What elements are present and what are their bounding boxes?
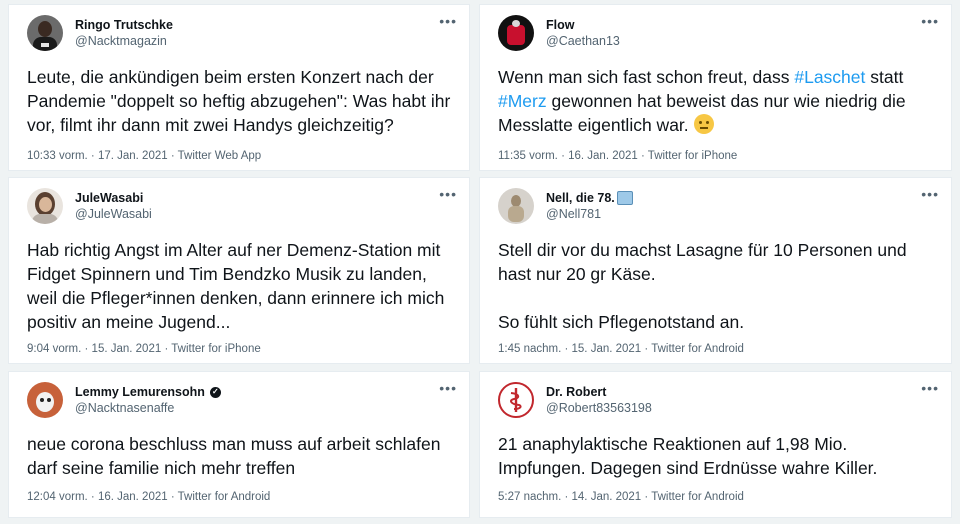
tweet-meta[interactable]: 11:35 vorm. · 16. Jan. 2021 · Twitter fo…: [498, 150, 737, 162]
author-name[interactable]: Ringo Trutschke: [75, 17, 173, 33]
tweet-card[interactable]: Dr. Robert @Robert83563198 ••• 21 anaphy…: [479, 371, 952, 518]
author-handle[interactable]: @JuleWasabi: [75, 206, 152, 222]
tweet-text: Hab richtig Angst im Alter auf ner Demen…: [27, 240, 450, 332]
author-handle[interactable]: @Nacktnasenaffe: [75, 400, 221, 416]
author-name[interactable]: Nell, die 78.: [546, 190, 633, 206]
more-options-icon[interactable]: •••: [921, 186, 939, 202]
tweet-card[interactable]: Nell, die 78. @Nell781 ••• Stell dir vor…: [479, 177, 952, 364]
hashtag-link[interactable]: #Merz: [498, 91, 547, 111]
tweet-text: Stell dir vor du machst Lasagne für 10 P…: [498, 240, 907, 332]
more-options-icon[interactable]: •••: [921, 13, 939, 29]
tweet-meta[interactable]: 12:04 vorm. · 16. Jan. 2021 · Twitter fo…: [27, 491, 270, 503]
more-options-icon[interactable]: •••: [439, 380, 457, 396]
avatar[interactable]: [27, 382, 63, 418]
hashtag-link[interactable]: #Laschet: [794, 67, 865, 87]
tweet-text: Leute, die ankündigen beim ersten Konzer…: [27, 67, 456, 135]
tweet-text: neue corona beschluss man muss auf arbei…: [27, 434, 446, 478]
tweet-card[interactable]: Lemmy Lemurensohn ✓ @Nacktnasenaffe ••• n…: [8, 371, 470, 518]
more-options-icon[interactable]: •••: [439, 186, 457, 202]
avatar[interactable]: [27, 15, 63, 51]
author-handle[interactable]: @Nell781: [546, 206, 633, 222]
tweet-card[interactable]: Flow @Caethan13 ••• Wenn man sich fast s…: [479, 4, 952, 171]
avatar[interactable]: [498, 382, 534, 418]
tweet-text: Wenn man sich fast schon freut, dass #La…: [498, 65, 933, 137]
avatar[interactable]: [498, 188, 534, 224]
hospital-emoji-icon: [616, 191, 633, 205]
tweet-card[interactable]: Ringo Trutschke @Nacktmagazin ••• Leute,…: [8, 4, 470, 171]
tweet-meta[interactable]: 9:04 vorm. · 15. Jan. 2021 · Twitter for…: [27, 343, 261, 355]
author-name[interactable]: Dr. Robert: [546, 384, 652, 400]
tweet-meta[interactable]: 10:33 vorm. · 17. Jan. 2021 · Twitter We…: [27, 150, 261, 162]
avatar[interactable]: [27, 188, 63, 224]
tweet-text-part: statt: [865, 67, 904, 87]
tweet-meta[interactable]: 1:45 nachm. · 15. Jan. 2021 · Twitter fo…: [498, 343, 744, 355]
verified-badge-icon: ✓: [209, 386, 221, 398]
tweet-card[interactable]: JuleWasabi @JuleWasabi ••• Hab richtig A…: [8, 177, 470, 364]
tweet-text-part: Wenn man sich fast schon freut, dass: [498, 67, 795, 87]
avatar[interactable]: [498, 15, 534, 51]
author-name[interactable]: JuleWasabi: [75, 190, 152, 206]
tweet-meta[interactable]: 5:27 nachm. · 14. Jan. 2021 · Twitter fo…: [498, 491, 744, 503]
tweet-text: 21 anaphylaktische Reaktionen auf 1,98 M…: [498, 434, 878, 478]
author-name[interactable]: Lemmy Lemurensohn ✓: [75, 384, 221, 400]
author-handle[interactable]: @Caethan13: [546, 33, 620, 49]
medical-symbol-icon: [510, 388, 522, 412]
author-handle[interactable]: @Nacktmagazin: [75, 33, 173, 49]
author-name[interactable]: Flow: [546, 17, 620, 33]
more-options-icon[interactable]: •••: [921, 380, 939, 396]
more-options-icon[interactable]: •••: [439, 13, 457, 29]
neutral-face-emoji-icon: [693, 114, 714, 134]
author-handle[interactable]: @Robert83563198: [546, 400, 652, 416]
